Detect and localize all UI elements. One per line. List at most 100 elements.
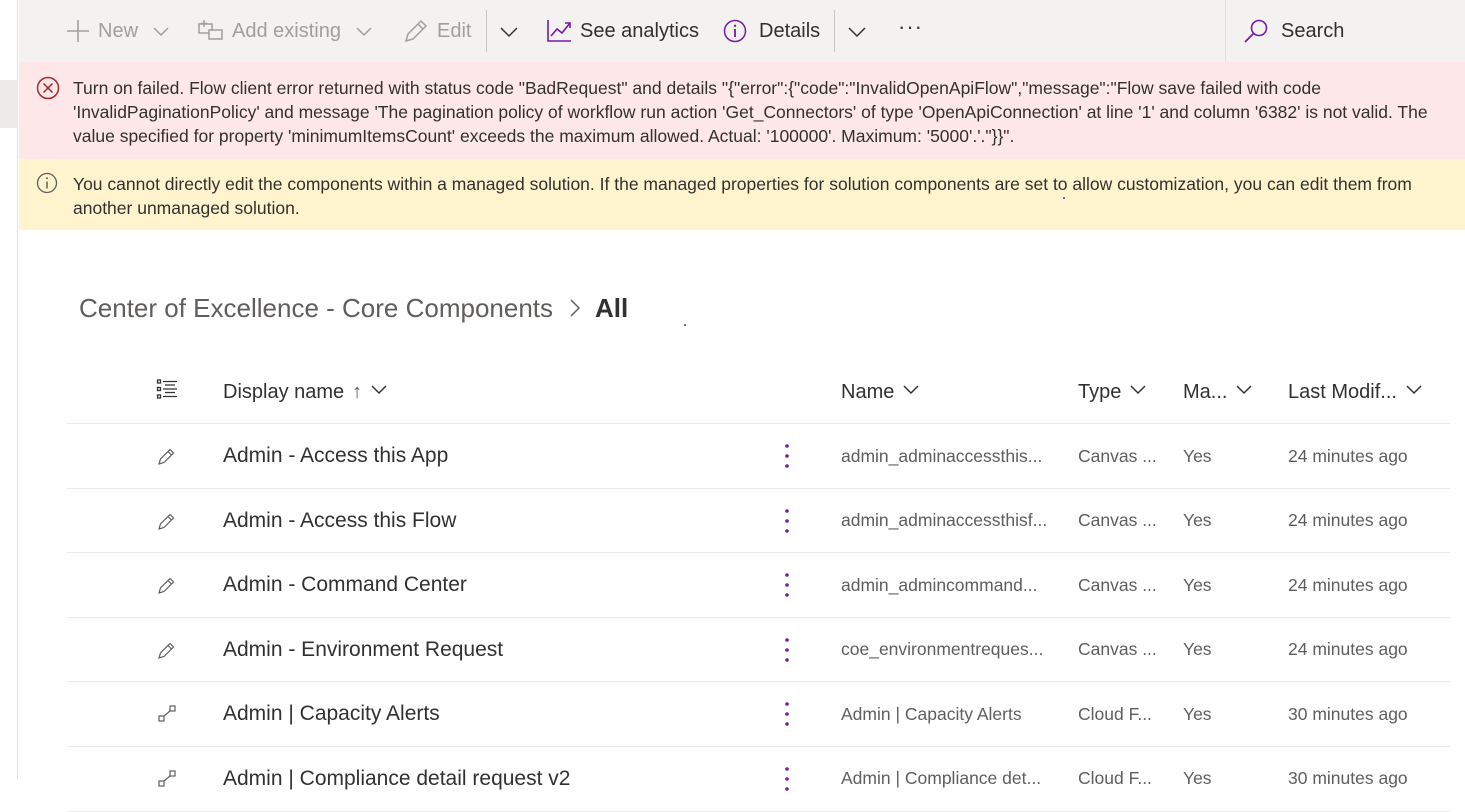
left-nav-selected-indicator (0, 80, 18, 128)
type-cell: Canvas ... (1078, 639, 1157, 660)
last-modified-cell: 30 minutes ago (1288, 703, 1408, 724)
managed-cell: Yes (1183, 574, 1212, 595)
add-existing-label: Add existing (232, 19, 341, 42)
edit-label: Edit (437, 19, 472, 42)
flow-icon (156, 682, 178, 746)
more-commands-button[interactable]: ··· (898, 0, 923, 58)
table-row[interactable]: Admin - Command Center admin_admincomman… (67, 553, 1450, 618)
pencil-icon (156, 618, 178, 682)
error-message-text: Turn on failed. Flow client error return… (73, 78, 1428, 146)
display-name-cell[interactable]: Admin | Capacity Alerts (223, 682, 743, 746)
row-more-options-icon[interactable] (775, 424, 799, 488)
managed-header-label: Ma... (1183, 380, 1228, 403)
managed-cell: Yes (1183, 703, 1212, 724)
chevron-down-icon (152, 22, 170, 40)
table-row[interactable]: Admin - Access this App admin_adminacces… (67, 424, 1450, 489)
column-options-button[interactable] (156, 360, 178, 424)
managed-cell: Yes (1183, 510, 1212, 531)
column-header-last-modified[interactable]: Last Modif... (1288, 360, 1423, 424)
new-button[interactable]: New (66, 0, 170, 62)
toolbar-divider (834, 10, 835, 52)
table-header: Display name ↑ Name Type Ma... Last Modi… (67, 360, 1450, 424)
add-existing-button[interactable]: Add existing (198, 0, 373, 62)
column-header-name[interactable]: Name (841, 360, 920, 424)
name-cell: coe_environmentreques... (841, 639, 1044, 660)
breadcrumb-parent-link[interactable]: Center of Excellence - Core Components (79, 293, 553, 324)
chevron-down-icon (370, 380, 388, 404)
chevron-down-icon (355, 22, 373, 40)
last-modified-header-label: Last Modif... (1288, 380, 1397, 403)
type-cell: Canvas ... (1078, 445, 1157, 466)
name-cell: Admin | Capacity Alerts (841, 703, 1022, 724)
chevron-right-icon (569, 298, 581, 318)
see-analytics-button[interactable]: See analytics (546, 0, 699, 62)
display-name-cell[interactable]: Admin - Command Center (223, 553, 743, 617)
last-modified-cell: 24 minutes ago (1288, 639, 1408, 660)
edit-button[interactable]: Edit (403, 0, 471, 62)
search-box[interactable]: Search (1243, 0, 1344, 62)
details-button[interactable]: Details (723, 0, 820, 62)
table-row[interactable]: Admin - Access this Flow admin_adminacce… (67, 489, 1450, 554)
display-name-cell[interactable]: Admin - Access this App (223, 424, 743, 488)
managed-cell: Yes (1183, 445, 1212, 466)
solution-components-table: Display name ↑ Name Type Ma... Last Modi… (67, 360, 1450, 812)
chevron-down-icon (902, 380, 920, 404)
row-more-options-icon[interactable] (775, 618, 799, 682)
warning-message-bar: You cannot directly edit the components … (19, 159, 1465, 230)
chevron-down-icon (499, 21, 519, 41)
name-cell: admin_adminaccessthis... (841, 445, 1043, 466)
details-label: Details (759, 19, 821, 42)
error-message-bar: Turn on failed. Flow client error return… (19, 62, 1465, 159)
display-name-cell[interactable]: Admin - Environment Request (223, 618, 743, 682)
toolbar-divider (486, 10, 487, 52)
search-icon (1243, 18, 1269, 44)
sort-ascending-icon: ↑ (352, 380, 363, 403)
managed-cell: Yes (1183, 639, 1212, 660)
type-cell: Cloud F... (1078, 703, 1152, 724)
command-bar: New Add existing Edit See analytics Deta… (19, 0, 1465, 62)
details-dropdown-button[interactable] (847, 0, 867, 62)
last-modified-cell: 24 minutes ago (1288, 510, 1408, 531)
table-row[interactable]: Admin - Environment Request coe_environm… (67, 618, 1450, 683)
plus-icon (66, 19, 90, 43)
see-analytics-label: See analytics (580, 19, 699, 42)
list-details-icon (156, 378, 178, 406)
display-name-header-label: Display name (223, 380, 345, 403)
edit-dropdown-button[interactable] (499, 0, 519, 62)
pencil-icon (156, 489, 178, 553)
name-cell: admin_adminaccessthisf... (841, 510, 1048, 531)
breadcrumb-current: All (595, 292, 629, 323)
cursor-artifact (1063, 197, 1065, 199)
cursor-artifact (684, 324, 686, 326)
row-more-options-icon[interactable] (775, 489, 799, 553)
more-label: ··· (898, 14, 923, 39)
row-more-options-icon[interactable] (775, 682, 799, 746)
last-modified-cell: 24 minutes ago (1288, 574, 1408, 595)
table-row[interactable]: Admin | Capacity Alerts Admin | Capacity… (67, 682, 1450, 747)
name-cell: admin_admincommand... (841, 574, 1038, 595)
new-label: New (98, 19, 139, 42)
column-header-display-name[interactable]: Display name ↑ (223, 360, 388, 424)
type-cell: Canvas ... (1078, 510, 1157, 531)
info-icon (723, 19, 747, 43)
info-icon (36, 172, 58, 199)
search-label: Search (1281, 19, 1345, 42)
row-more-options-icon[interactable] (775, 553, 799, 617)
search-divider (1225, 0, 1226, 62)
add-existing-icon (198, 19, 224, 43)
pencil-icon (156, 553, 178, 617)
pencil-icon (156, 424, 178, 488)
chevron-down-icon (1405, 380, 1423, 404)
error-circle-icon (36, 76, 60, 105)
chevron-down-icon (1129, 380, 1147, 404)
breadcrumb: Center of Excellence - Core Components A… (79, 290, 628, 326)
last-modified-cell: 24 minutes ago (1288, 445, 1408, 466)
type-cell: Canvas ... (1078, 574, 1157, 595)
name-header-label: Name (841, 380, 895, 403)
chevron-down-icon (1235, 380, 1253, 404)
table-row[interactable]: Admin | Compliance detail request v2 Adm… (67, 747, 1450, 812)
type-header-label: Type (1078, 380, 1122, 403)
column-header-managed[interactable]: Ma... (1183, 360, 1253, 424)
display-name-cell[interactable]: Admin - Access this Flow (223, 489, 743, 553)
column-header-type[interactable]: Type (1078, 360, 1147, 424)
